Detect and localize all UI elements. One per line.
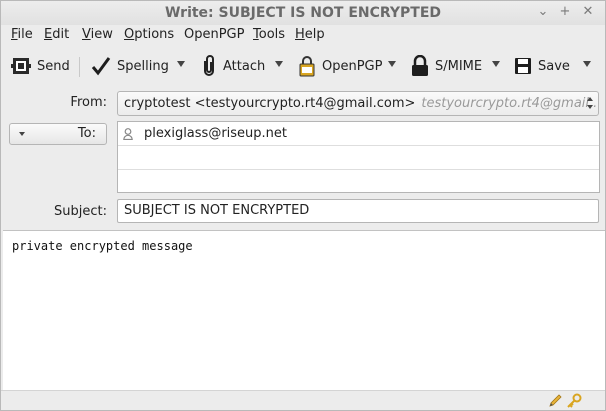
recipient-address[interactable]: plexiglass@riseup.net (144, 126, 287, 141)
send-icon (11, 58, 31, 74)
openpgp-dropdown-icon[interactable] (387, 59, 397, 69)
menu-openpgp[interactable]: OpenPGP (184, 27, 244, 43)
smime-button[interactable]: S/MIME (411, 53, 482, 79)
from-extra: testyourcrypto.rt4@gmail... (421, 96, 599, 111)
recipient-row[interactable]: plexiglass@riseup.net (118, 122, 599, 146)
paperclip-icon (204, 55, 214, 76)
from-value: cryptotest <testyourcrypto.rt4@gmail.com… (124, 96, 416, 111)
menu-tools[interactable]: Tools (253, 27, 285, 43)
spelling-button[interactable]: Spelling (91, 53, 169, 79)
compose-window: Write: SUBJECT IS NOT ENCRYPTED ⌄ + ✕ Fi… (0, 0, 606, 411)
pgp-lock-icon (299, 56, 315, 77)
from-label: From: (70, 95, 107, 110)
spelling-label: Spelling (117, 58, 169, 74)
window-title: Write: SUBJECT IS NOT ENCRYPTED (164, 5, 442, 21)
subject-label: Subject: (54, 204, 107, 219)
recipient-list: plexiglass@riseup.net (117, 121, 600, 193)
toolbar: Send Spelling Attach OpenPGP S/MIME Save (1, 47, 605, 85)
pencil-icon[interactable] (547, 393, 563, 409)
save-label: Save (538, 58, 570, 74)
attach-button[interactable]: Attach (201, 53, 265, 79)
address-type-button[interactable]: To: (9, 123, 107, 145)
to-label: To: (77, 126, 96, 141)
lock-icon (412, 55, 428, 76)
maximize-button[interactable]: + (556, 3, 574, 21)
recipient-row[interactable] (118, 170, 599, 194)
menu-edit[interactable]: Edit (44, 27, 69, 43)
chevron-down-icon (19, 132, 25, 136)
status-bar (1, 390, 605, 410)
save-dropdown-icon[interactable] (582, 59, 592, 69)
spinner-arrows-icon (587, 97, 593, 109)
menu-help[interactable]: Help (295, 27, 325, 43)
person-icon (123, 128, 133, 140)
toolbar-separator (79, 57, 80, 77)
subject-input[interactable]: SUBJECT IS NOT ENCRYPTED (117, 199, 599, 223)
spelling-dropdown-icon[interactable] (176, 59, 186, 69)
title-bar: Write: SUBJECT IS NOT ENCRYPTED ⌄ + ✕ (1, 1, 605, 25)
recipient-row[interactable] (118, 146, 599, 170)
message-text[interactable]: private encrypted message (12, 239, 193, 253)
key-icon[interactable] (566, 393, 582, 409)
openpgp-button[interactable]: OpenPGP (298, 53, 382, 79)
menu-options[interactable]: Options (124, 27, 174, 43)
floppy-disk-icon (515, 58, 531, 74)
save-button[interactable]: Save (514, 53, 570, 79)
send-button[interactable]: Send (11, 53, 70, 79)
menu-bar: File Edit View Options OpenPGP Tools Hel… (1, 25, 605, 45)
attach-label: Attach (223, 58, 266, 74)
message-body[interactable]: private encrypted message (3, 230, 605, 390)
checkmark-icon (91, 57, 111, 76)
smime-label: S/MIME (435, 58, 483, 74)
menu-file[interactable]: File (11, 27, 33, 43)
smime-dropdown-icon[interactable] (491, 59, 501, 69)
send-label: Send (37, 58, 70, 74)
menu-view[interactable]: View (82, 27, 113, 43)
minimize-button[interactable]: ⌄ (534, 3, 552, 21)
attach-dropdown-icon[interactable] (274, 59, 284, 69)
from-select[interactable]: cryptotest <testyourcrypto.rt4@gmail.com… (117, 91, 599, 116)
close-button[interactable]: ✕ (579, 3, 597, 21)
openpgp-label: OpenPGP (322, 58, 383, 74)
